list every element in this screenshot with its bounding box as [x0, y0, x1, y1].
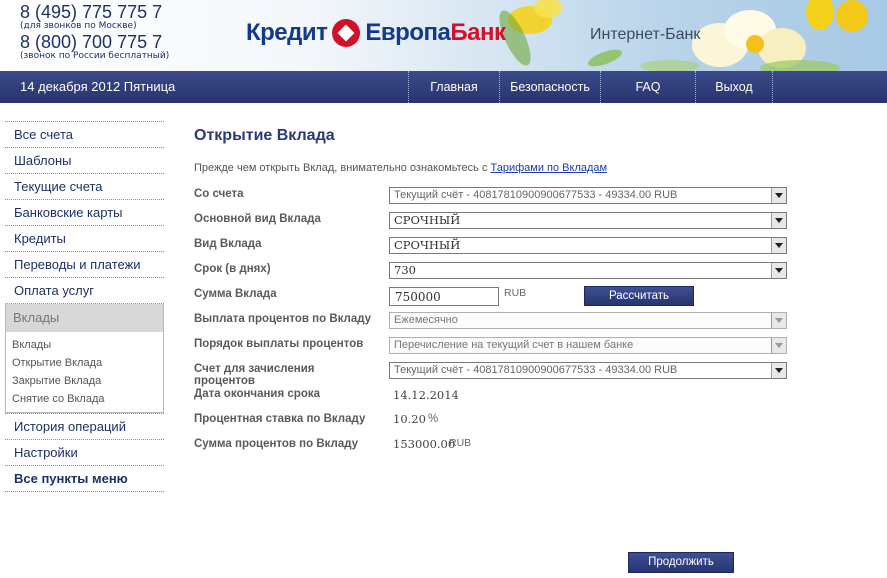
chevron-down-icon: [771, 213, 786, 228]
sidebar-item-current-accounts[interactable]: Текущие счета: [5, 173, 164, 199]
rate-label: Процентная ставка по Вкладу: [194, 413, 366, 425]
chevron-down-icon: [771, 238, 786, 253]
sidebar-subitem-close-deposit[interactable]: Закрытие Вклада: [12, 372, 163, 390]
top-nav-menu: Главная Безопасность FAQ Выход: [408, 71, 773, 103]
end-date-value: 14.12.2014: [393, 388, 459, 402]
sidebar-item-transfers[interactable]: Переводы и платежи: [5, 251, 164, 277]
sidebar-section-deposits: Вклады Вклады Открытие Вклада Закрытие В…: [5, 303, 164, 413]
sidebar-deposits-submenu: Вклады Открытие Вклада Закрытие Вклада С…: [6, 332, 163, 412]
payout-order-value: Перечисление на текущий счет в нашем бан…: [394, 339, 634, 351]
nav-logout[interactable]: Выход: [695, 71, 773, 103]
payout-select[interactable]: Ежемесячно: [389, 312, 787, 329]
top-navbar: 14 декабря 2012 Пятница Главная Безопасн…: [0, 71, 887, 103]
sidebar-subitem-deposits[interactable]: Вклады: [12, 336, 163, 354]
interest-account-value: Текущий счёт - 40817810900900677533 - 49…: [394, 364, 678, 376]
page-title: Открытие Вклада: [194, 127, 335, 144]
chevron-down-icon: [771, 263, 786, 278]
amount-input[interactable]: [389, 287, 499, 306]
interest-sum-currency: RUB: [449, 437, 472, 449]
bank-logo[interactable]: Кредит Европа Банк: [246, 18, 506, 48]
sidebar-item-all-menu[interactable]: Все пункты меню: [5, 465, 164, 491]
intro-text-body: Прежде чем открыть Вклад, внимательно оз…: [194, 162, 491, 174]
calculate-button[interactable]: Рассчитать: [584, 286, 694, 306]
chevron-down-icon: [771, 363, 786, 378]
nav-home[interactable]: Главная: [408, 71, 499, 103]
sidebar-item-settings[interactable]: Настройки: [5, 439, 164, 465]
from-account-label: Со счета: [194, 188, 244, 200]
interest-account-select[interactable]: Текущий счёт - 40817810900900677533 - 49…: [389, 362, 787, 379]
phone-moscow: 8 (495) 775 775 7: [20, 2, 163, 22]
chevron-down-icon: [771, 338, 786, 353]
main-type-select[interactable]: СРОЧНЫЙ: [389, 212, 787, 229]
term-label: Срок (в днях): [194, 263, 271, 275]
main-type-value: СРОЧНЫЙ: [394, 213, 461, 227]
logo-word-europa: Европа: [365, 19, 451, 46]
rate-value: 10.20: [393, 412, 426, 426]
deposit-type-value: СРОЧНЫЙ: [394, 238, 461, 252]
deposit-type-label: Вид Вклада: [194, 238, 262, 250]
logo-diamond-icon: [332, 19, 361, 47]
sidebar-item-services[interactable]: Оплата услуг: [5, 277, 164, 303]
term-value: 730: [394, 263, 416, 277]
sidebar-subitem-withdraw-deposit[interactable]: Снятие со Вклада: [12, 390, 163, 408]
payout-value: Ежемесячно: [394, 314, 458, 326]
sidebar-item-history[interactable]: История операций: [5, 413, 164, 439]
payout-order-select[interactable]: Перечисление на текущий счет в нашем бан…: [389, 337, 787, 354]
current-date: 14 декабря 2012 Пятница: [20, 79, 176, 94]
main-type-label: Основной вид Вклада: [194, 213, 321, 225]
deposit-type-select[interactable]: СРОЧНЫЙ: [389, 237, 787, 254]
sidebar-item-templates[interactable]: Шаблоны: [5, 147, 164, 173]
chevron-down-icon: [771, 188, 786, 203]
contact-phones: 8 (495) 775 775 7 (для звонков по Москве…: [20, 3, 169, 63]
phone-russia-note: (звонок по России бесплатный): [20, 51, 170, 61]
interest-account-label: Счет для зачисления процентов: [194, 363, 315, 387]
rate-unit: %: [428, 413, 439, 425]
payout-order-label: Порядок выплаты процентов: [194, 338, 364, 350]
from-account-select[interactable]: Текущий счёт - 40817810900900677533 - 49…: [389, 187, 787, 204]
end-date-label: Дата окончания срока: [194, 388, 321, 400]
intro-text: Прежде чем открыть Вклад, внимательно оз…: [194, 162, 607, 174]
from-account-value: Текущий счёт - 40817810900900677533 - 49…: [394, 189, 678, 201]
phone-moscow-note: (для звонков по Москве): [20, 21, 137, 31]
chevron-down-icon: [771, 313, 786, 328]
amount-label: Сумма Вклада: [194, 288, 277, 300]
sidebar-item-bank-cards[interactable]: Банковские карты: [5, 199, 164, 225]
tariffs-link[interactable]: Тарифами по Вкладам: [491, 162, 608, 174]
logo-word-bank: Банк: [450, 19, 506, 46]
continue-button[interactable]: Продолжить: [628, 552, 734, 573]
term-select[interactable]: 730: [389, 262, 787, 279]
sidebar-subitem-open-deposit[interactable]: Открытие Вклада: [12, 354, 163, 372]
sidebar-item-credits[interactable]: Кредиты: [5, 225, 164, 251]
header: 8 (495) 775 775 7 (для звонков по Москве…: [0, 0, 887, 71]
payout-label: Выплата процентов по Вкладу: [194, 313, 372, 325]
sidebar-item-all-accounts[interactable]: Все счета: [5, 121, 164, 147]
sidebar-item-deposits[interactable]: Вклады: [6, 304, 163, 332]
nav-security[interactable]: Безопасность: [499, 71, 600, 103]
interest-sum-label: Сумма процентов по Вкладу: [194, 438, 359, 450]
internet-bank-label: Интернет-Банк: [590, 26, 701, 43]
logo-word-kredit: Кредит: [246, 19, 328, 46]
phone-russia: 8 (800) 700 775 7: [20, 32, 163, 52]
nav-faq[interactable]: FAQ: [600, 71, 695, 103]
sidebar-menu: Все счета Шаблоны Текущие счета Банковск…: [5, 121, 164, 492]
interest-sum-value: 153000.00: [393, 437, 456, 451]
amount-currency: RUB: [504, 287, 527, 299]
